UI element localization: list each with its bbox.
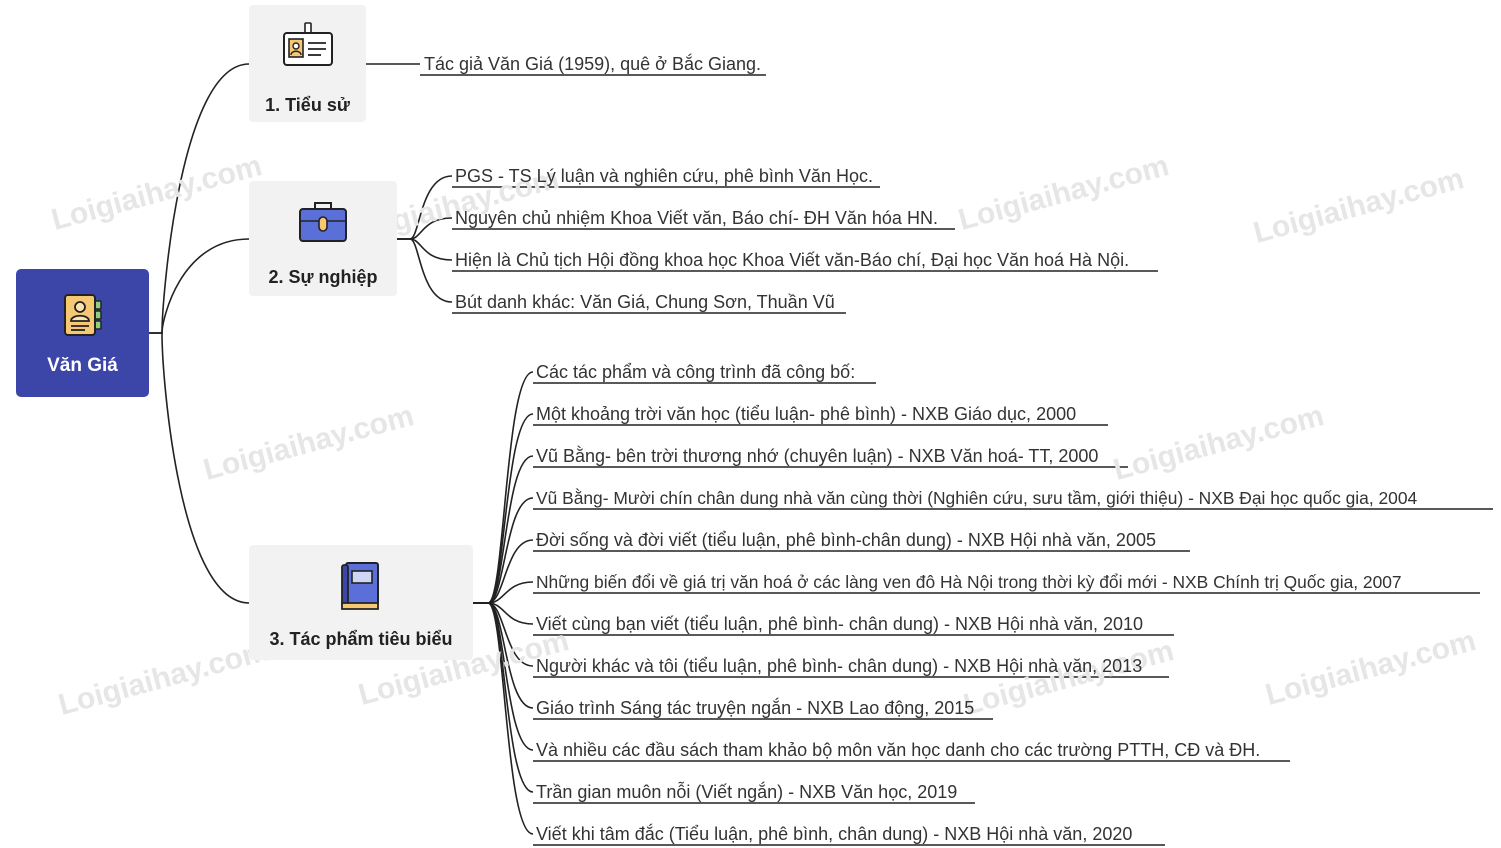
connector-b2-leaf4 [397,238,453,303]
leaf-text: Vũ Bằng- bên trời thương nhớ (chuyên luậ… [536,446,1099,466]
connector-b3-leaf6 [473,581,534,604]
branch-label: 3. Tác phẩm tiêu biểu [269,629,453,649]
branch-node-su-nghiep[interactable]: 2. Sự nghiệp [249,181,397,296]
leaf-text: Trần gian muôn nỗi (Viết ngắn) - NXB Văn… [536,782,958,802]
book-icon [341,562,379,610]
root-node[interactable]: Văn Giá [16,269,149,397]
leaf-text: Người khác và tôi (tiểu luận, phê bình- … [536,656,1143,676]
leaf-text: Hiện là Chủ tịch Hội đồng khoa học Khoa … [455,250,1130,270]
leaf-text: Bút danh khác: Văn Giá, Chung Sơn, Thuần… [455,292,835,312]
connector-b2-leaf2 [397,217,453,240]
leaf-text: Những biến đổi về giá trị văn hoá ở các … [536,572,1402,592]
connector-root-b2 [149,238,250,334]
connector-root-b3 [149,332,250,604]
connector-b2-leaf1 [397,175,453,240]
contact-card-icon [63,294,102,336]
leaf-text: Đời sống và đời viết (tiểu luận, phê bìn… [536,530,1156,550]
leaf-text: Vũ Bằng- Mười chín chân dung nhà văn cùn… [536,488,1418,508]
leaf-text: Viết khi tâm đắc (Tiểu luận, phê bình, c… [536,824,1133,844]
branch-node-tac-pham[interactable]: 3. Tác phẩm tiêu biểu [249,545,473,660]
branch-label: 1. Tiểu sử [265,95,350,115]
leaf-text: Viết cùng bạn viết (tiểu luận, phê bình-… [536,614,1144,634]
root-label: Văn Giá [47,355,118,376]
branch-label: 2. Sự nghiệp [268,267,378,287]
leaf-text: Giáo trình Sáng tác truyện ngắn - NXB La… [536,698,975,718]
briefcase-icon [299,202,347,242]
connector-b3-leaf7 [473,602,534,625]
id-badge-icon [282,22,333,66]
connector-b2-leaf3 [397,238,453,261]
branch-node-tieu-su[interactable]: 1. Tiểu sử [249,5,366,122]
leaf-text: PGS - TS Lý luận và nghiên cứu, phê bình… [455,166,873,186]
connector-b3-leaf2 [473,413,534,604]
leaf-text: Và nhiều các đầu sách tham khảo bộ môn v… [536,740,1261,760]
leaf-text: Nguyên chủ nhiệm Khoa Viết văn, Báo chí-… [455,208,938,228]
connector-b3-leaf11 [473,602,534,793]
leaf-text: Một khoảng trời văn học (tiểu luận- phê … [536,404,1077,424]
leaf-text: Các tác phẩm và công trình đã công bố: [536,362,856,382]
connector-root-b1 [149,63,250,334]
leaf-text: Tác giả Văn Giá (1959), quê ở Bắc Giang. [424,54,761,74]
